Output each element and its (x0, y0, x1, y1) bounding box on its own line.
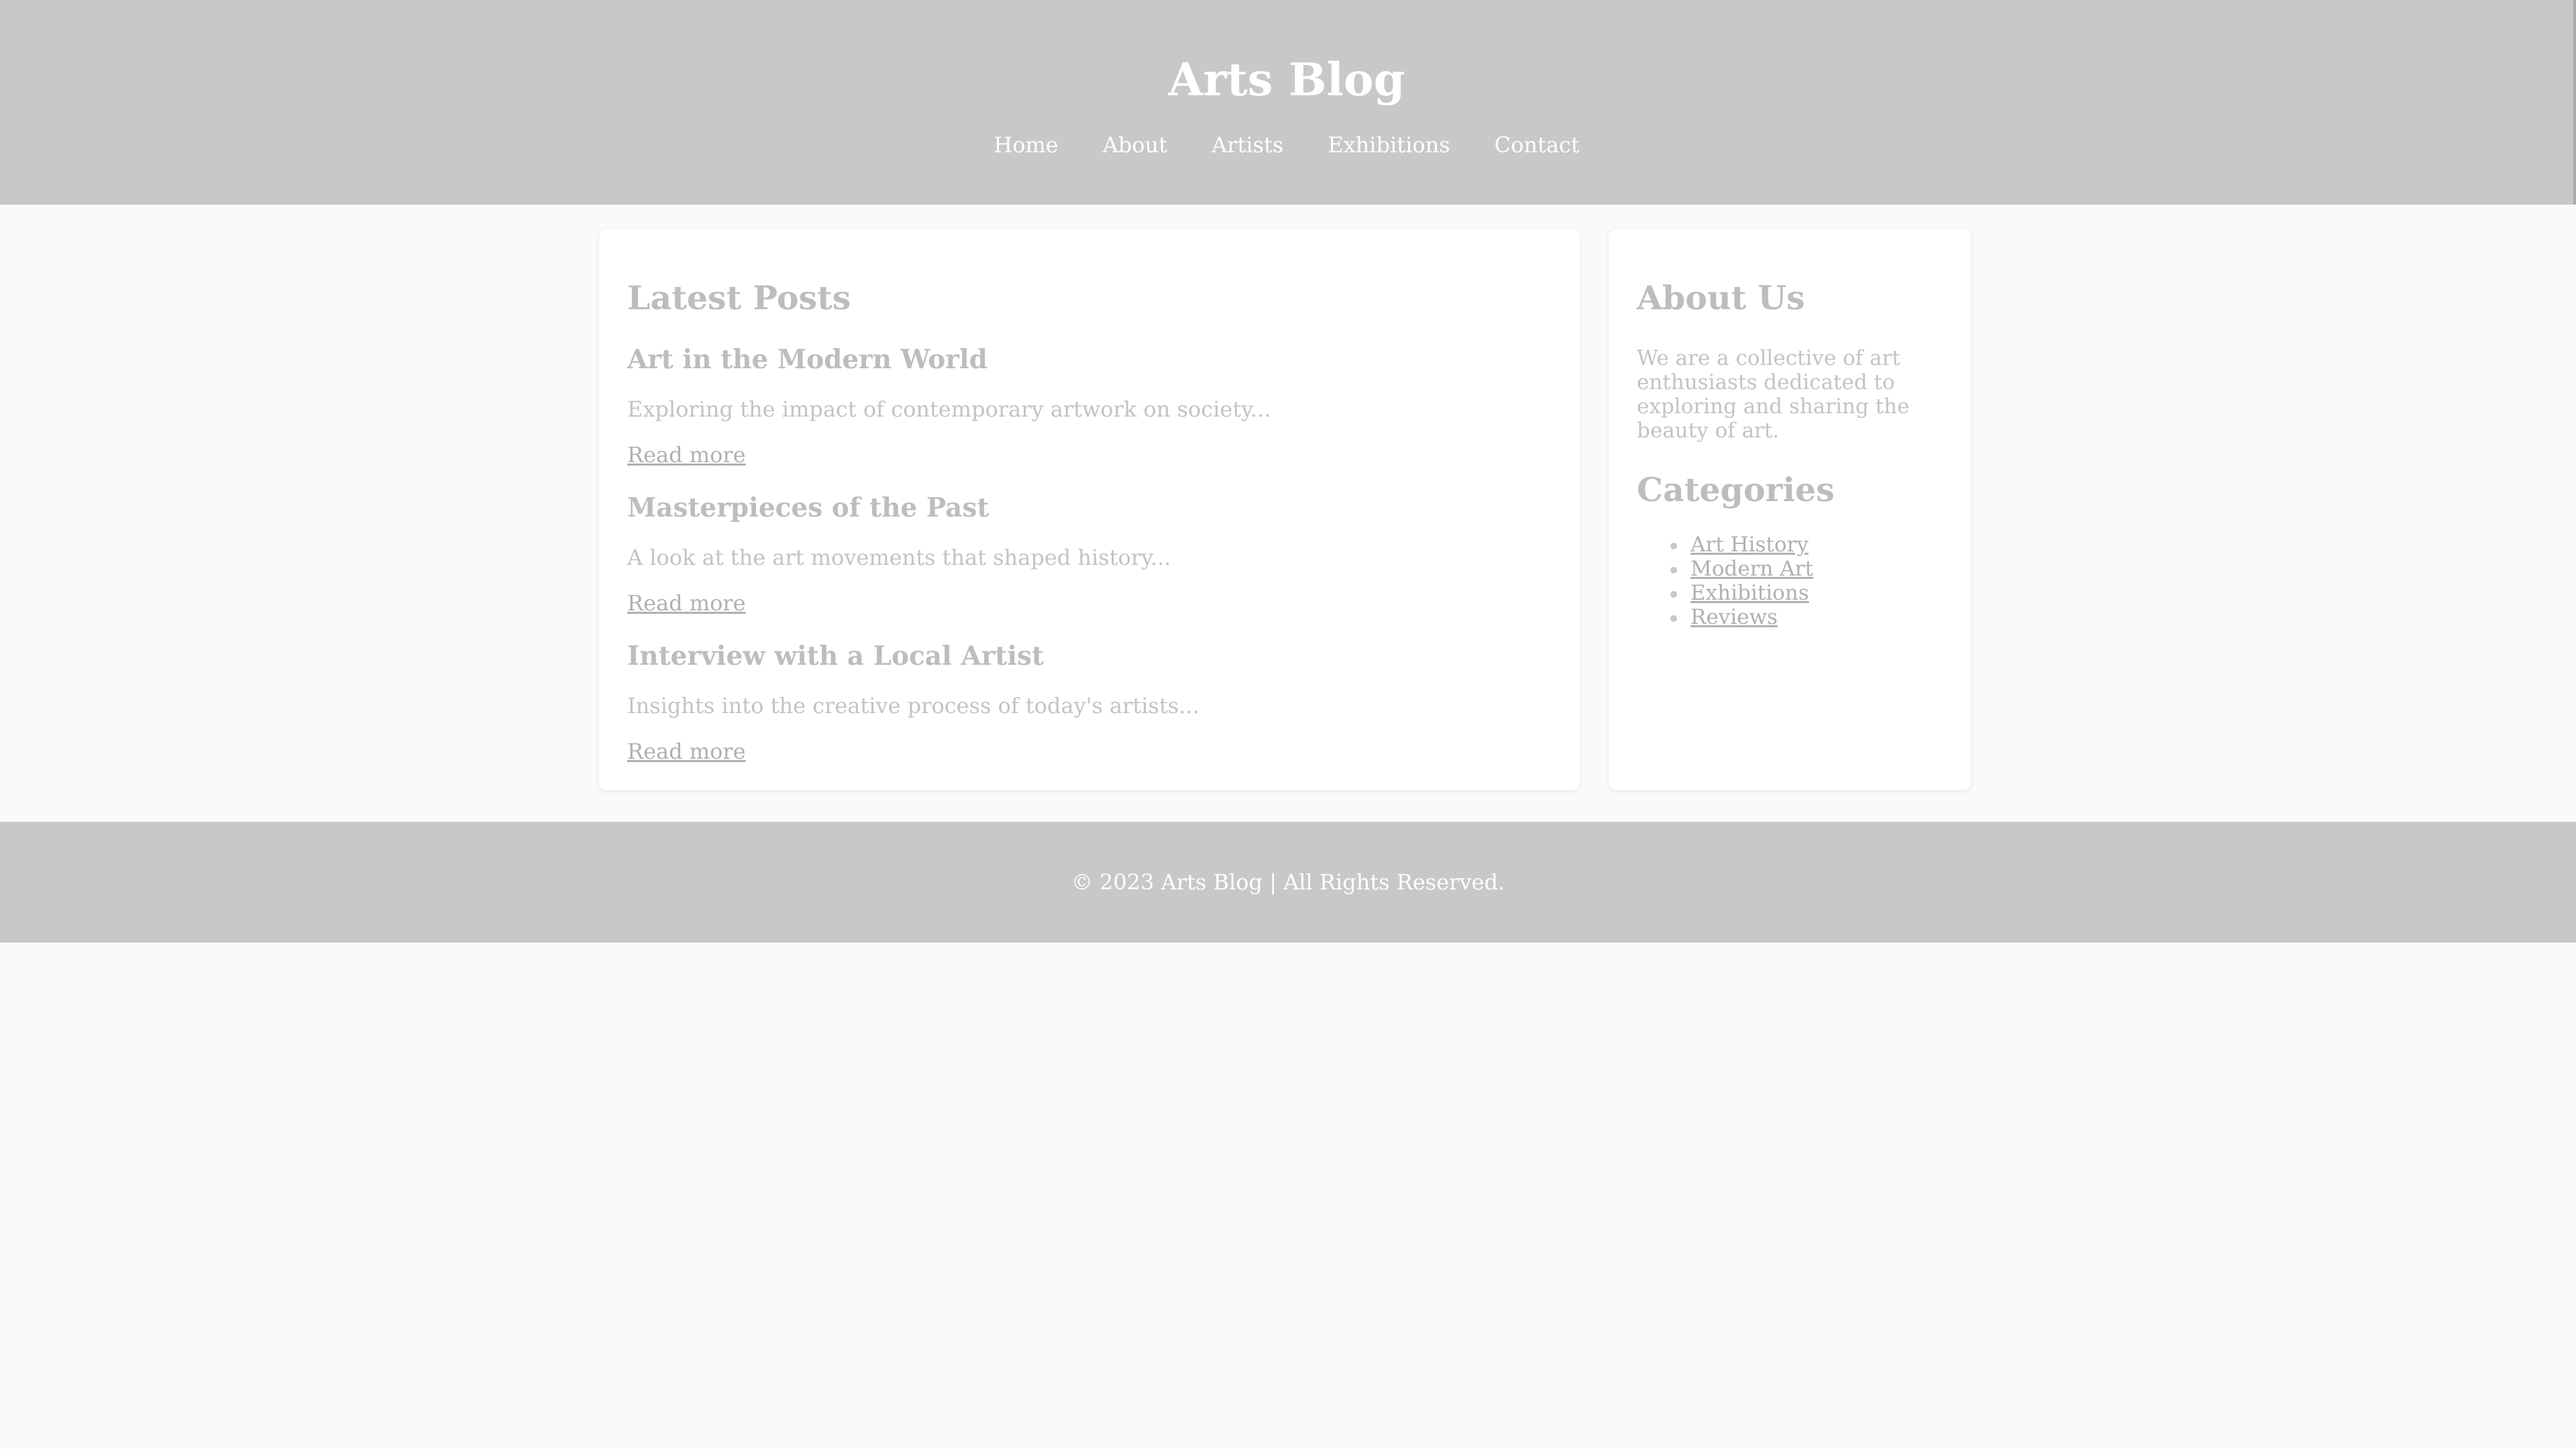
read-more-link[interactable]: Read more (627, 737, 746, 766)
nav-about-link[interactable]: About (1081, 127, 1189, 162)
bullet-icon (1670, 567, 1677, 574)
post-excerpt: Insights into the creative process of to… (627, 693, 1199, 718)
post-title: Art in the Modern World (627, 344, 987, 375)
post-excerpt: A look at the art movements that shaped … (627, 545, 1171, 570)
site-header: Arts Blog Home About Artists Exhibitions… (0, 0, 2576, 205)
category-item: Modern Art (1637, 557, 1813, 581)
post-title: Interview with a Local Artist (627, 641, 1044, 672)
bullet-icon (1670, 543, 1677, 549)
categories-list: Art History Modern Art Exhibitions Revie… (1637, 533, 1813, 629)
about-us-heading: About Us (1637, 278, 1805, 317)
latest-posts-heading: Latest Posts (627, 278, 851, 317)
latest-posts-card: Latest Posts Art in the Modern World Exp… (599, 229, 1580, 790)
post-title: Masterpieces of the Past (627, 492, 989, 523)
category-item: Reviews (1637, 605, 1813, 629)
site-title: Arts Blog (1168, 53, 1405, 106)
read-more-link[interactable]: Read more (627, 588, 746, 618)
category-link-exhibitions[interactable]: Exhibitions (1690, 581, 1809, 605)
category-link-reviews[interactable]: Reviews (1690, 605, 1778, 629)
category-link-art-history[interactable]: Art History (1690, 533, 1809, 557)
main-nav: Home About Artists Exhibitions Contact (0, 127, 2573, 162)
category-item: Exhibitions (1637, 581, 1813, 605)
category-item: Art History (1637, 533, 1813, 557)
copyright-text: © 2023 Arts Blog | All Rights Reserved. (1071, 869, 1505, 895)
sidebar: About Us We are a collective of art enth… (1609, 229, 1971, 790)
categories-heading: Categories (1637, 470, 1835, 509)
nav-exhibitions-link[interactable]: Exhibitions (1305, 127, 1472, 162)
nav-home-link[interactable]: Home (971, 127, 1080, 162)
site-footer: © 2023 Arts Blog | All Rights Reserved. (0, 822, 2576, 943)
about-us-text: We are a collective of art enthusiasts d… (1637, 346, 1910, 443)
category-link-modern-art[interactable]: Modern Art (1690, 557, 1813, 581)
bullet-icon (1670, 615, 1677, 622)
nav-artists-link[interactable]: Artists (1189, 127, 1305, 162)
post-excerpt: Exploring the impact of contemporary art… (627, 396, 1271, 422)
read-more-link[interactable]: Read more (627, 440, 746, 470)
bullet-icon (1670, 591, 1677, 598)
nav-contact-link[interactable]: Contact (1472, 127, 1602, 162)
